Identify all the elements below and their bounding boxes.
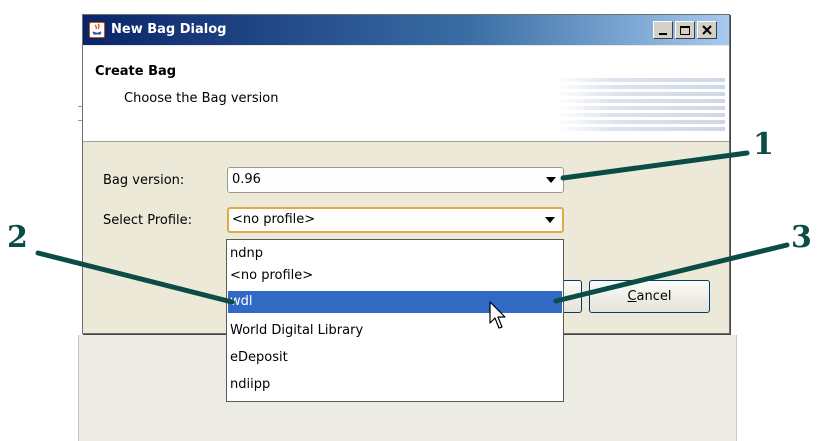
callout-3: 3 bbox=[791, 220, 812, 255]
callout-2: 2 bbox=[7, 220, 28, 255]
callout-2-arrow bbox=[35, 250, 235, 305]
annotation-arrows bbox=[35, 150, 790, 305]
callout-1: 1 bbox=[753, 127, 774, 162]
callout-3-arrow bbox=[553, 242, 790, 304]
callout-1-arrow bbox=[560, 150, 750, 181]
